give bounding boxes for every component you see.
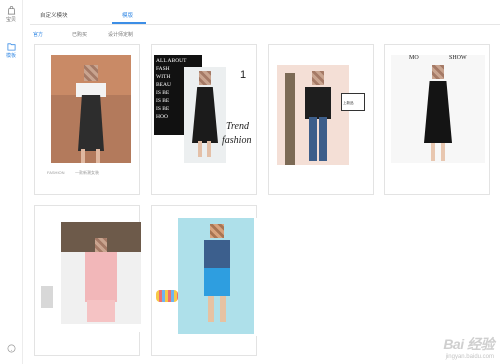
rail-item-label: 模板: [5, 53, 16, 59]
bag-icon: [7, 6, 15, 15]
rail-item-products[interactable]: 宝贝: [0, 6, 22, 23]
blurred-face: [95, 238, 107, 252]
card-subcaption: 一款新潮女装: [75, 170, 99, 175]
active-tab-indicator: [112, 22, 146, 24]
template-thumbnail: [154, 218, 258, 336]
template-card[interactable]: [151, 205, 258, 356]
product-tag: 上新品: [343, 101, 354, 105]
template-thumbnail: [51, 55, 131, 163]
headline-line: BEAU: [156, 82, 171, 88]
tab-templates[interactable]: 模版: [122, 11, 133, 19]
template-card[interactable]: 上新品: [268, 44, 374, 195]
headline-line: IS BE: [156, 90, 170, 96]
headline-line: IS BE: [156, 98, 170, 104]
headline-line: IS BE: [156, 106, 170, 112]
rail-item-help[interactable]: [0, 344, 22, 354]
left-rail: 宝贝 模板: [0, 0, 23, 364]
template-thumbnail: [37, 222, 141, 332]
headline-line: WITH: [156, 74, 171, 80]
headline-line: FASH: [156, 66, 170, 72]
filter-designer-custom[interactable]: 设计师定制: [108, 31, 133, 38]
page-number: 1: [240, 69, 247, 81]
rail-item-templates[interactable]: 模板: [0, 42, 22, 59]
fashion-heading: fashion: [222, 135, 252, 146]
template-card[interactable]: ALL ABOUT FASH WITH BEAU IS BE IS BE IS …: [151, 44, 257, 195]
tab-custom-module[interactable]: 自定义模块: [40, 11, 68, 19]
blurred-face: [432, 65, 444, 79]
filter-official[interactable]: 官方: [33, 31, 43, 38]
headline-line: ALL ABOUT: [156, 58, 187, 64]
template-thumbnail: ALL ABOUT FASH WITH BEAU IS BE IS BE IS …: [154, 55, 256, 165]
template-thumbnail: 上新品: [277, 65, 365, 165]
blurred-face: [84, 65, 98, 81]
rail-item-label: 宝贝: [5, 17, 16, 23]
folder-icon: [6, 43, 16, 51]
template-card[interactable]: [34, 205, 141, 356]
blurred-face: [210, 224, 224, 238]
template-thumbnail: MO SHOW: [391, 55, 485, 163]
blurred-face: [199, 71, 211, 85]
watermark: Bai 经验 jingyan.baidu.com: [443, 334, 494, 360]
template-card[interactable]: FASHION 一款新潮女装: [34, 44, 140, 195]
headline-line: HOO: [156, 114, 168, 120]
brand-text: SHOW: [449, 55, 467, 61]
filter-purchased[interactable]: 已购买: [72, 31, 87, 38]
card-caption: FASHION: [47, 170, 65, 175]
trend-heading: Trend: [226, 121, 249, 132]
blurred-face: [312, 71, 324, 85]
watermark-brand: Bai 经验: [443, 336, 494, 352]
tab-bar: 自定义模块 模版: [30, 0, 500, 25]
template-card[interactable]: MO SHOW: [384, 44, 490, 195]
brand-text: MO: [409, 55, 419, 61]
help-icon: [7, 344, 15, 353]
watermark-url: jingyan.baidu.com: [445, 354, 494, 360]
